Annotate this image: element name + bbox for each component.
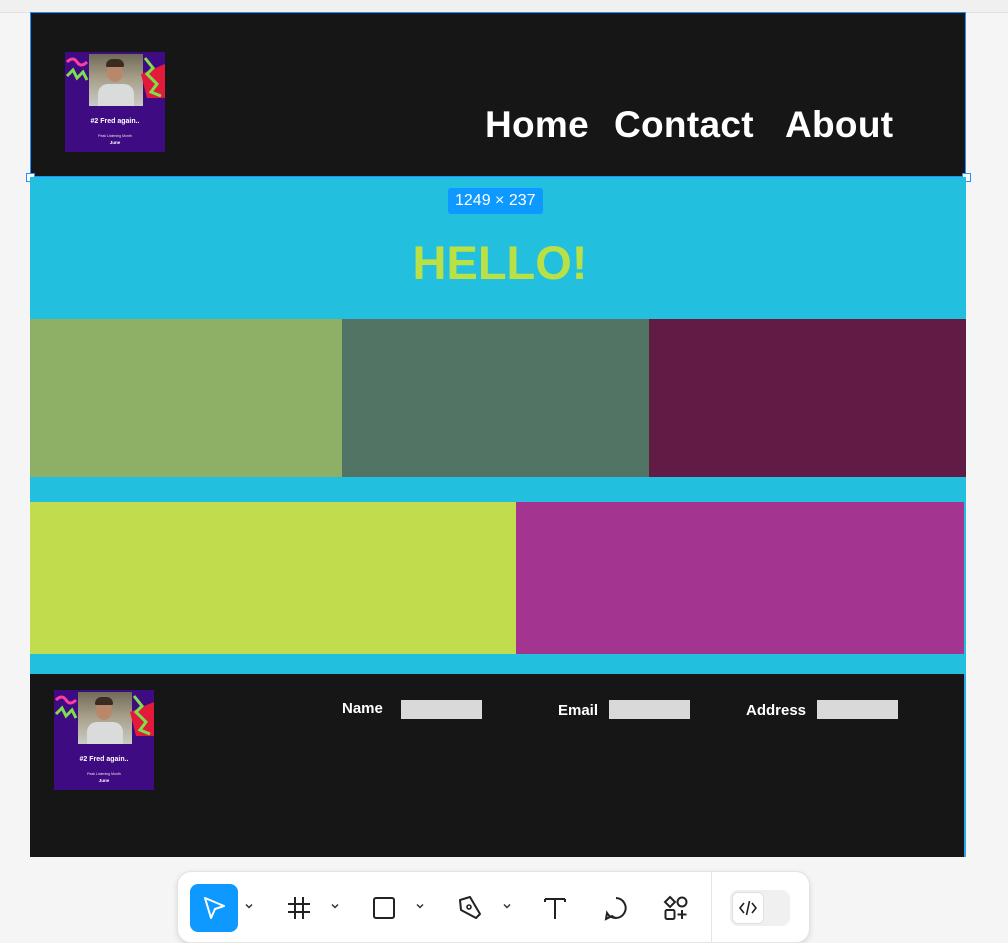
color-block-5 [516,502,964,654]
album-month: June [109,140,121,145]
nav-link-about[interactable]: About [785,102,893,148]
album-cover-image: #2 Fred again.. Peak Listening Month Jun… [65,52,165,152]
dev-mode-knob [732,892,764,924]
album-title: #2 Fred again.. [90,118,140,125]
toolbar-divider [711,872,712,942]
selection-dimensions-badge: 1249 × 237 [448,188,543,214]
chevron-down-icon[interactable] [329,900,341,912]
chevron-down-icon[interactable] [414,900,426,912]
cursor-arrow-icon [204,897,225,919]
rectangle-tool-button[interactable] [360,884,408,932]
color-block-4 [30,502,516,654]
components-tool-button[interactable] [652,884,700,932]
pen-nib-icon [459,896,481,919]
name-label: Name [342,700,383,717]
header-frame[interactable]: #2 Fred again.. Peak Listening Month Jun… [26,12,971,182]
text-t-icon [544,898,566,919]
footer-section: #2 Fred again.. Peak Listening Month Jun… [30,674,966,857]
code-icon [738,900,758,916]
address-label: Address [746,702,807,719]
squiggle-decoration [65,57,89,81]
album-cover-image: #2 Fred again.. Peak Listening Month Jun… [54,690,154,790]
nav-link-contact[interactable]: Contact [614,102,754,148]
email-field[interactable] [609,700,690,719]
frame-hash-icon [288,897,310,919]
address-field[interactable] [817,700,898,719]
dev-mode-toggle[interactable] [730,890,790,926]
nav-link-home[interactable]: Home [485,102,589,148]
email-label: Email [558,702,599,719]
pen-tool-button[interactable] [446,884,494,932]
rectangle-icon [373,897,395,919]
artist-photo [78,692,132,744]
comment-tool-button[interactable] [592,884,640,932]
bottom-toolbar [177,871,810,943]
color-block-1 [30,319,342,477]
squiggle-decoration [54,695,78,719]
shapes-components-icon [663,895,688,920]
hero-heading: HELLO! [412,236,588,289]
album-subtitle: Peak Listening Month [87,772,121,776]
name-field[interactable] [401,700,482,719]
comment-bubble-icon [604,897,627,921]
album-title: #2 Fred again.. [79,756,129,763]
chevron-down-icon[interactable] [501,900,513,912]
chevron-down-icon[interactable] [243,900,255,912]
artist-photo [89,54,143,106]
color-block-2 [342,319,649,477]
move-tool-button[interactable] [190,884,238,932]
album-month: June [98,778,110,783]
text-tool-button[interactable] [531,884,579,932]
squiggle-decoration [141,57,165,98]
frame-tool-button[interactable] [275,884,323,932]
design-frame: #2 Fred again.. Peak Listening Month Jun… [26,12,971,857]
album-subtitle: Peak Listening Month [98,134,132,138]
color-block-3 [649,319,966,477]
squiggle-decoration [130,695,154,736]
